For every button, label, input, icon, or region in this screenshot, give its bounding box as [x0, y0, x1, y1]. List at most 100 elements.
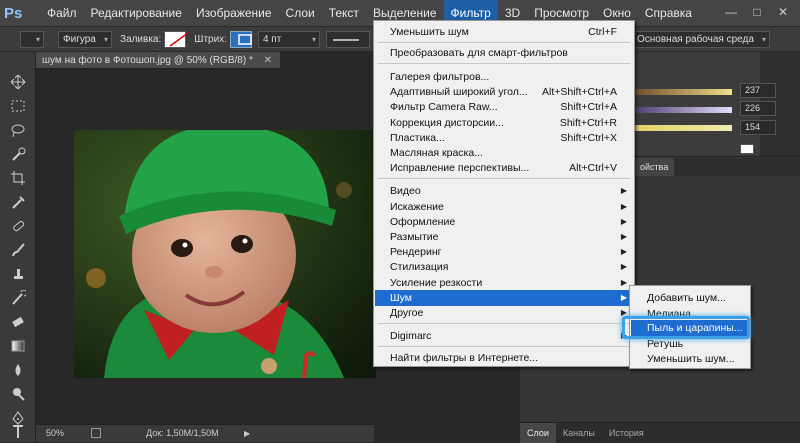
menu-item-camera-raw[interactable]: Фильтр Camera Raw... Shift+Ctrl+A	[375, 99, 633, 115]
photoshop-logo: Ps	[4, 4, 23, 22]
brush-tool-icon[interactable]	[10, 242, 26, 258]
minimize-icon[interactable]: —	[722, 4, 740, 20]
document-image	[74, 130, 376, 378]
move-tool-icon[interactable]	[10, 74, 26, 90]
healing-brush-icon[interactable]	[10, 218, 26, 234]
baby-photo-illustration	[74, 130, 376, 378]
eyedropper-icon[interactable]	[10, 194, 26, 210]
no-fill-icon	[169, 31, 189, 47]
menu-edit[interactable]: Редактирование	[84, 0, 189, 27]
color-value-g[interactable]: 226	[740, 101, 776, 116]
document-tab[interactable]: шум на фото в Фотошоп.jpg @ 50% (RGB/8) …	[36, 52, 280, 69]
submenu-arrow-icon: ▶	[620, 247, 627, 256]
submenu-arrow-icon: ▶	[620, 202, 627, 211]
submenu-arrow-icon: ▶	[620, 262, 627, 271]
eraser-tool-icon[interactable]	[10, 314, 26, 330]
menu-item-filter-gallery[interactable]: Галерея фильтров...	[375, 69, 633, 85]
tab-layers[interactable]: Слои	[520, 422, 556, 443]
color-swatch[interactable]	[740, 144, 754, 154]
menu-item-render[interactable]: Рендеринг ▶	[375, 244, 633, 260]
menu-separator	[378, 42, 630, 43]
dodge-tool-icon[interactable]	[10, 386, 26, 402]
stroke-swatch[interactable]	[229, 30, 252, 48]
tab-history[interactable]: История	[602, 423, 651, 443]
menu-item-lens-correction[interactable]: Коррекция дисторсии... Shift+Ctrl+R	[375, 115, 633, 131]
stroke-type-select[interactable]	[325, 30, 370, 48]
menu-item-sharpen[interactable]: Усиление резкости ▶	[375, 275, 633, 291]
menu-separator	[378, 178, 630, 179]
submenu-item-add-noise[interactable]: Добавить шум...	[631, 290, 749, 306]
submenu-item-reduce-noise[interactable]: Уменьшить шум...	[631, 351, 749, 367]
color-slider-g[interactable]	[632, 107, 732, 113]
submenu-arrow-icon: ▶	[620, 186, 627, 195]
menu-item-digimarc[interactable]: Digimarc ▶	[375, 328, 633, 344]
close-tab-icon[interactable]: ✕	[264, 52, 272, 69]
highlight-callout-frame	[622, 316, 750, 339]
marquee-tool-icon[interactable]	[10, 98, 26, 114]
menu-item-distort[interactable]: Искажение ▶	[375, 199, 633, 215]
menu-item-other[interactable]: Другое ▶	[375, 305, 633, 321]
status-bar: 50% Док: 1,50M/1,50M ▶	[36, 424, 374, 442]
workspace-value: Основная рабочая среда	[637, 34, 754, 45]
tab-channels[interactable]: Каналы	[556, 423, 602, 443]
stroke-label: Штрих:	[194, 33, 227, 45]
line-style-icon	[332, 38, 359, 41]
color-value-b[interactable]: 154	[740, 120, 776, 135]
menu-separator	[378, 63, 630, 64]
document-title: шум на фото в Фотошоп.jpg @ 50% (RGB/8) …	[42, 55, 253, 66]
shape-mode-select[interactable]: Фигура ▾	[58, 30, 112, 48]
workspace-select[interactable]: Основная рабочая среда ▾	[630, 31, 770, 48]
color-slider-r[interactable]	[632, 89, 732, 95]
gradient-tool-icon[interactable]	[10, 338, 26, 354]
menu-item-convert-smart-filters[interactable]: Преобразовать для смарт-фильтров	[375, 45, 633, 61]
stroke-width-value: 4 пт	[262, 33, 282, 45]
tool-preset-picker[interactable]: ▾	[20, 30, 44, 48]
type-tool-icon[interactable]	[10, 424, 26, 440]
submenu-arrow-icon: ▶	[620, 232, 627, 241]
menu-type[interactable]: Текст	[322, 0, 366, 27]
crop-tool-icon[interactable]	[10, 170, 26, 186]
menu-item-oil-paint[interactable]: Масляная краска...	[375, 145, 633, 161]
close-icon[interactable]: ✕	[774, 4, 792, 20]
menu-item-liquify[interactable]: Пластика... Shift+Ctrl+X	[375, 130, 633, 146]
zoom-level[interactable]: 50%	[46, 425, 64, 442]
lasso-tool-icon[interactable]	[10, 122, 26, 138]
maximize-icon[interactable]: □	[748, 4, 766, 20]
menu-item-browse-filters-online[interactable]: Найти фильтры в Интернете...	[375, 350, 633, 366]
menu-item-pixelate[interactable]: Оформление ▶	[375, 214, 633, 230]
menu-layers[interactable]: Слои	[279, 0, 322, 27]
menu-item-adaptive-wide-angle[interactable]: Адаптивный широкий угол... Alt+Shift+Ctrl…	[375, 84, 633, 100]
blur-tool-icon[interactable]	[10, 362, 26, 378]
tools-panel	[0, 52, 36, 442]
history-brush-icon[interactable]	[10, 290, 26, 306]
fill-swatch[interactable]	[164, 30, 189, 48]
layers-panel-tabs: Слои Каналы История	[520, 422, 800, 443]
menu-item-stylize[interactable]: Стилизация ▶	[375, 259, 633, 275]
filter-menu-dropdown: Уменьшить шум Ctrl+F Преобразовать для см…	[373, 20, 635, 367]
clone-stamp-icon[interactable]	[10, 266, 26, 282]
menu-item-noise[interactable]: Шум ▶	[375, 290, 633, 306]
export-icon[interactable]	[91, 428, 101, 438]
submenu-arrow-icon: ▶	[620, 293, 627, 302]
menu-item-last-filter[interactable]: Уменьшить шум Ctrl+F	[375, 24, 633, 40]
stroke-width-field[interactable]: 4 пт ▾	[257, 30, 320, 48]
color-value-r[interactable]: 237	[740, 83, 776, 98]
menu-item-vanishing-point[interactable]: Исправление перспективы... Alt+Ctrl+V	[375, 160, 633, 176]
menu-help[interactable]: Справка	[638, 0, 699, 27]
menu-separator	[378, 346, 630, 347]
fill-label: Заливка:	[120, 33, 162, 45]
menu-item-blur[interactable]: Размытие ▶	[375, 229, 633, 245]
status-menu-arrow-icon[interactable]: ▶	[244, 425, 250, 442]
shape-mode-value: Фигура	[63, 33, 96, 45]
submenu-arrow-icon: ▶	[620, 217, 627, 226]
menu-item-video[interactable]: Видео ▶	[375, 183, 633, 199]
stroke-color-icon	[238, 33, 252, 45]
menu-image[interactable]: Изображение	[189, 0, 279, 27]
menu-separator	[378, 323, 630, 324]
menu-file[interactable]: Файл	[40, 0, 84, 27]
color-slider-b[interactable]	[632, 125, 732, 131]
document-size: Док: 1,50M/1,50M	[146, 428, 219, 438]
tab-properties[interactable]: ойства	[634, 158, 675, 176]
submenu-arrow-icon: ▶	[620, 278, 627, 287]
quick-selection-icon[interactable]	[10, 146, 26, 162]
